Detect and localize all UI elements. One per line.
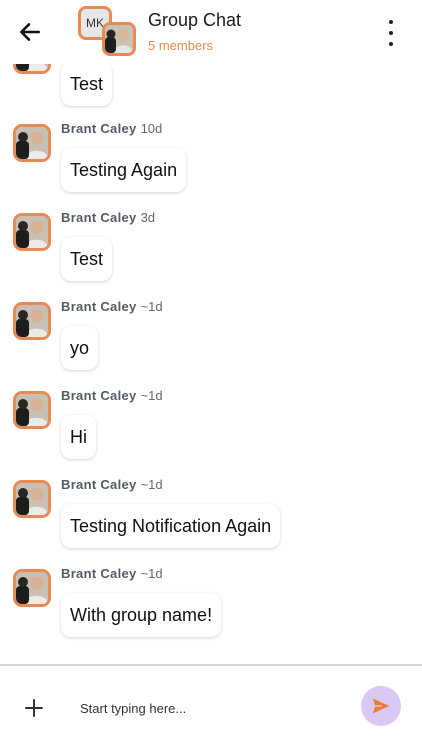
more-options-button[interactable] [386, 20, 396, 46]
message-meta: Brant Caley ~1d [61, 566, 163, 581]
message-bubble[interactable]: With group name! [61, 593, 222, 637]
message-bubble[interactable]: Testing Again [61, 148, 187, 192]
message-bubble[interactable]: Hi [61, 415, 96, 459]
sender-name[interactable]: Brant Caley [61, 299, 137, 314]
message-bubble[interactable]: Test [61, 64, 113, 106]
message-meta: Brant Caley 3d [61, 210, 155, 225]
sender-avatar[interactable] [13, 64, 51, 74]
plus-icon [25, 699, 43, 717]
sender-name[interactable]: Brant Caley [61, 477, 137, 492]
message-time: ~1d [140, 566, 163, 581]
message-bubble[interactable]: yo [61, 326, 99, 370]
message-list[interactable]: Test Brant Caley 10d Testing Again Brant … [0, 64, 422, 664]
sender-avatar[interactable] [13, 480, 51, 518]
sender-name[interactable]: Brant Caley [61, 566, 137, 581]
message-time: ~1d [140, 477, 163, 492]
member-count[interactable]: 5 members [148, 38, 213, 53]
back-button[interactable] [14, 16, 46, 48]
message-meta: Brant Caley 10d [61, 121, 162, 136]
chat-header: MK Group Chat 5 members [0, 0, 422, 64]
message-bubble[interactable]: Test [61, 237, 113, 281]
message-time: ~1d [140, 299, 163, 314]
message-meta: Brant Caley ~1d [61, 388, 163, 403]
message-input[interactable] [80, 696, 340, 720]
sender-avatar[interactable] [13, 569, 51, 607]
chat-title: Group Chat [148, 10, 242, 30]
message-composer [0, 666, 422, 750]
sender-avatar[interactable] [13, 124, 51, 162]
member-avatar [102, 22, 136, 56]
message-meta: Brant Caley ~1d [61, 299, 163, 314]
sender-avatar[interactable] [13, 213, 51, 251]
message-bubble[interactable]: Testing Notification Again [61, 504, 281, 548]
message-time: ~1d [140, 388, 163, 403]
sender-name[interactable]: Brant Caley [61, 388, 137, 403]
message-time: 3d [140, 210, 156, 225]
sender-avatar[interactable] [13, 391, 51, 429]
send-button[interactable] [361, 686, 401, 726]
add-attachment-button[interactable] [22, 696, 46, 720]
more-vertical-icon [389, 20, 393, 24]
sender-avatar[interactable] [13, 302, 51, 340]
sender-name[interactable]: Brant Caley [61, 210, 137, 225]
message-meta: Brant Caley ~1d [61, 477, 163, 492]
send-icon [372, 698, 390, 714]
arrow-left-icon [20, 23, 40, 41]
sender-name[interactable]: Brant Caley [61, 121, 137, 136]
message-time: 10d [140, 121, 163, 136]
group-avatar-stack[interactable]: MK [78, 6, 138, 58]
